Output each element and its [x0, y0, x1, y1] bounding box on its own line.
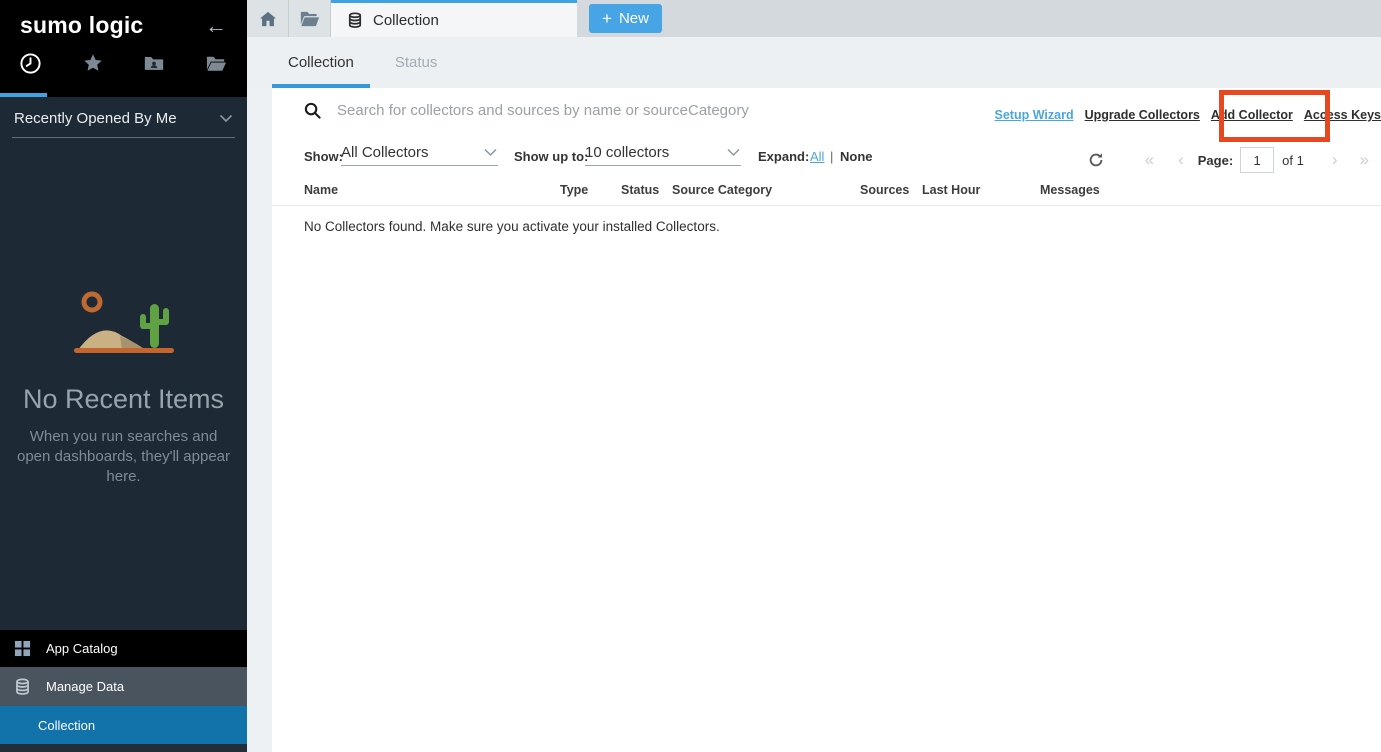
chevron-down-icon [726, 148, 741, 157]
database-icon [347, 12, 363, 29]
new-button-label: New [619, 10, 649, 27]
sidebar-bottom-menu: App Catalog Manage Data Collection [0, 630, 247, 752]
refresh-icon[interactable] [1087, 151, 1105, 169]
sidebar: sumo logic ← [0, 0, 247, 752]
chevron-down-icon [483, 148, 498, 157]
sidebar-item-label: App Catalog [46, 641, 118, 656]
first-page-icon[interactable]: « [1145, 150, 1154, 170]
sidebar-empty-state: No Recent Items When you run searches an… [0, 288, 247, 486]
collapse-sidebar-icon[interactable]: ← [205, 15, 227, 37]
library-folder-button[interactable] [289, 0, 331, 37]
sidebar-tab-library[interactable] [185, 52, 247, 75]
sidebar-tab-recents[interactable] [0, 52, 62, 75]
grid-icon [14, 640, 31, 657]
header-links: Setup Wizard Upgrade Collectors Add Coll… [995, 108, 1381, 122]
page-label: Page: [1198, 153, 1233, 168]
show-dropdown[interactable]: All Collectors [341, 144, 498, 166]
subtab-status[interactable]: Status [379, 37, 454, 88]
expand-separator: | [830, 149, 833, 164]
database-icon [14, 678, 31, 696]
open-folder-icon [185, 52, 247, 75]
sidebar-header: sumo logic ← [0, 0, 247, 97]
recent-filter-dropdown[interactable]: Recently Opened By Me [12, 110, 235, 138]
no-recent-items-description: When you run searches and open dashboard… [16, 427, 231, 486]
column-header-name[interactable]: Name [304, 183, 338, 197]
subtab-label: Collection [288, 54, 354, 71]
last-page-icon[interactable]: » [1360, 150, 1369, 170]
subtab-label: Status [395, 54, 438, 71]
list-controls: Show: All Collectors Show up to: 10 coll… [272, 144, 1381, 174]
collection-panel: Setup Wizard Upgrade Collectors Add Coll… [272, 88, 1381, 752]
no-collectors-message: No Collectors found. Make sure you activ… [304, 219, 720, 234]
setup-wizard-link[interactable]: Setup Wizard [995, 108, 1074, 122]
main-area: Collection + New Collection Status [247, 0, 1381, 752]
sidebar-item-label: Manage Data [46, 679, 124, 694]
home-icon [259, 11, 277, 27]
sidebar-menu-bottom-strip [0, 744, 247, 752]
open-folder-icon [300, 11, 320, 27]
access-keys-link[interactable]: Access Keys [1304, 108, 1381, 122]
top-tab-bar: Collection + New [247, 0, 1381, 37]
column-header-last-hour[interactable]: Last Hour [922, 183, 980, 197]
recent-filter-label: Recently Opened By Me [14, 110, 177, 127]
column-header-status[interactable]: Status [621, 183, 659, 197]
desert-illustration [0, 288, 247, 360]
expand-label: Expand: [758, 149, 809, 164]
collectors-table-header: Name Type Status Source Category Sources… [272, 183, 1381, 206]
show-label: Show: [304, 149, 343, 164]
page-total: of 1 [1282, 153, 1304, 168]
show-up-to-dropdown[interactable]: 10 collectors [585, 144, 741, 166]
pagination: « ‹ Page: of 1 › » [1087, 147, 1369, 173]
plus-icon: + [602, 10, 612, 27]
person-folder-icon [124, 52, 186, 74]
column-header-sources[interactable]: Sources [860, 183, 909, 197]
show-dropdown-value: All Collectors [341, 144, 429, 161]
sumo-logic-logo: sumo logic [20, 12, 143, 39]
add-collector-link[interactable]: Add Collector [1211, 108, 1293, 122]
app-window: sumo logic ← [0, 0, 1381, 752]
chevron-down-icon [219, 114, 233, 123]
new-button[interactable]: + New [589, 4, 662, 33]
expand-none-link[interactable]: None [840, 149, 873, 164]
sidebar-item-label: Collection [38, 718, 95, 733]
home-button[interactable] [247, 0, 289, 37]
show-up-to-label: Show up to: [514, 149, 588, 164]
upgrade-collectors-link[interactable]: Upgrade Collectors [1085, 108, 1200, 122]
show-up-to-dropdown-value: 10 collectors [585, 144, 669, 161]
expand-all-link[interactable]: All [810, 149, 824, 164]
page-number-input[interactable] [1240, 147, 1274, 173]
search-icon [304, 102, 321, 119]
star-icon [62, 52, 124, 74]
column-header-type[interactable]: Type [560, 183, 588, 197]
tab-collection[interactable]: Collection [331, 0, 577, 37]
previous-page-icon[interactable]: ‹ [1178, 150, 1184, 170]
column-header-source-category[interactable]: Source Category [672, 183, 772, 197]
sidebar-tab-shared[interactable] [124, 52, 186, 75]
next-page-icon[interactable]: › [1332, 150, 1338, 170]
search-bar [304, 102, 1051, 119]
column-header-messages[interactable]: Messages [1040, 183, 1100, 197]
sidebar-item-manage-data[interactable]: Manage Data [0, 667, 247, 706]
sidebar-item-collection[interactable]: Collection [0, 706, 247, 744]
search-input[interactable] [337, 102, 1051, 119]
tab-label: Collection [373, 12, 439, 29]
clock-icon [0, 52, 62, 75]
no-recent-items-title: No Recent Items [0, 384, 247, 415]
subtab-collection[interactable]: Collection [272, 37, 370, 88]
sub-tab-strip: Collection Status [247, 37, 1381, 88]
sidebar-active-tab-indicator [0, 93, 47, 97]
sidebar-tab-favorites[interactable] [62, 52, 124, 75]
sidebar-item-app-catalog[interactable]: App Catalog [0, 630, 247, 667]
